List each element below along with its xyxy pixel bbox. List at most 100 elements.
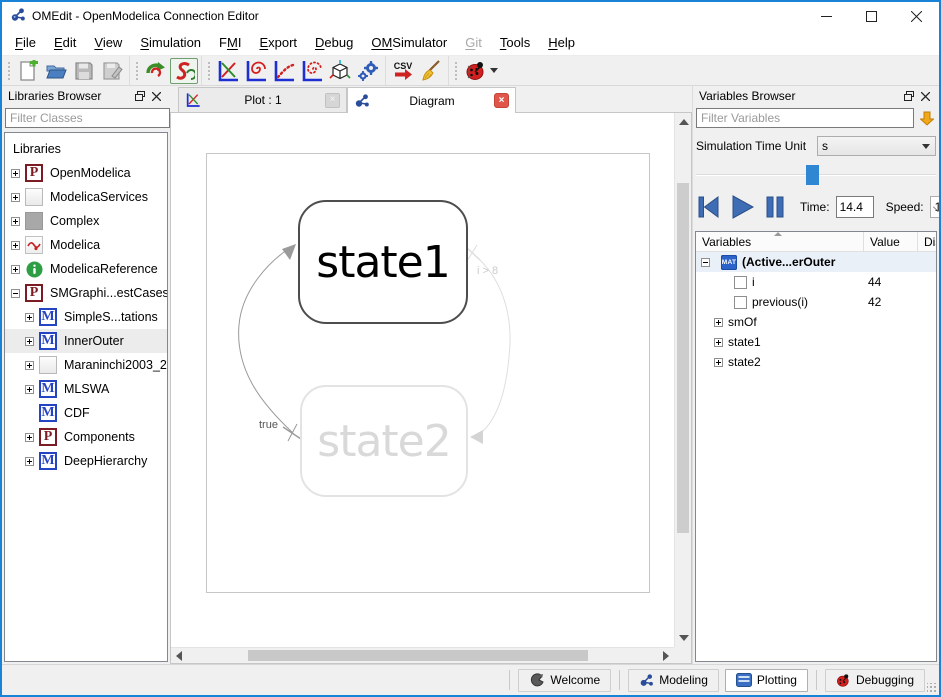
- horizontal-scrollbar[interactable]: [171, 647, 674, 663]
- open-model-button[interactable]: [42, 58, 70, 84]
- new-parametric-plot-button[interactable]: [242, 58, 270, 84]
- menu-export[interactable]: Export: [250, 31, 306, 54]
- close-panel-icon[interactable]: [917, 89, 933, 103]
- result-file-row[interactable]: MAT (Active...erOuter: [696, 252, 936, 272]
- expand-icon[interactable]: [25, 385, 34, 394]
- tab-diagram[interactable]: Diagram ×: [347, 87, 516, 113]
- library-item-cdf[interactable]: M CDF: [5, 401, 167, 425]
- modeling-perspective-button[interactable]: Modeling: [628, 669, 719, 692]
- tab-plot-1[interactable]: Plot : 1 ×: [178, 87, 347, 112]
- slider-handle[interactable]: [806, 165, 819, 185]
- library-item-components[interactable]: P Components: [5, 425, 167, 449]
- library-item-deephierarchy[interactable]: M DeepHierarchy: [5, 449, 167, 473]
- horizontal-scroll-thumb[interactable]: [248, 650, 588, 661]
- expand-icon[interactable]: [25, 433, 34, 442]
- menu-debug[interactable]: Debug: [306, 31, 362, 54]
- collapse-icon[interactable]: [701, 258, 710, 267]
- expand-icon[interactable]: [714, 338, 723, 347]
- column-value[interactable]: Value: [864, 232, 918, 251]
- scroll-right-icon[interactable]: [663, 651, 669, 661]
- state1-component[interactable]: state1: [298, 200, 468, 324]
- state2-component[interactable]: state2: [300, 385, 468, 497]
- float-panel-icon[interactable]: [901, 89, 917, 103]
- close-tab-icon[interactable]: ×: [494, 93, 509, 108]
- library-item-mlswa[interactable]: M MLSWA: [5, 377, 167, 401]
- library-item-simplestations[interactable]: M SimpleS...tations: [5, 305, 167, 329]
- welcome-perspective-button[interactable]: Welcome: [518, 669, 611, 692]
- transition-state1-to-state2[interactable]: [472, 253, 510, 436]
- time-unit-combobox[interactable]: s: [817, 136, 936, 156]
- plotting-perspective-button[interactable]: Plotting: [725, 669, 808, 692]
- debugging-perspective-button[interactable]: Debugging: [825, 669, 925, 692]
- export-csv-button[interactable]: CSV: [389, 58, 417, 84]
- time-input[interactable]: [836, 196, 874, 218]
- library-item-modelica[interactable]: Modelica: [5, 233, 167, 257]
- rewind-button[interactable]: [696, 192, 722, 222]
- clean-button[interactable]: [417, 58, 445, 84]
- maximize-button[interactable]: [849, 2, 894, 30]
- collapse-icon[interactable]: [11, 289, 20, 298]
- speed-combobox[interactable]: 1: [930, 196, 941, 218]
- debug-menu-button[interactable]: [461, 58, 501, 84]
- new-array-parametric-plot-button[interactable]: [298, 58, 326, 84]
- close-panel-icon[interactable]: [148, 89, 164, 103]
- library-item-complex[interactable]: Complex: [5, 209, 167, 233]
- menu-tools[interactable]: Tools: [491, 31, 539, 54]
- float-panel-icon[interactable]: [132, 89, 148, 103]
- toolbar-drag-handle[interactable]: [454, 61, 459, 81]
- pause-button[interactable]: [762, 192, 788, 222]
- expand-icon[interactable]: [25, 337, 34, 346]
- toolbar-drag-handle[interactable]: [207, 61, 212, 81]
- scroll-left-icon[interactable]: [176, 651, 182, 661]
- close-button[interactable]: [894, 2, 939, 30]
- filter-options-arrow-icon[interactable]: [918, 109, 936, 127]
- filter-variables-input[interactable]: [696, 108, 914, 128]
- libraries-tree-root[interactable]: Libraries: [5, 137, 167, 161]
- new-modelica-class-button[interactable]: [14, 58, 42, 84]
- expand-icon[interactable]: [714, 358, 723, 367]
- column-display-unit[interactable]: Displ: [918, 232, 936, 251]
- re-simulate-button[interactable]: [142, 58, 170, 84]
- library-item-smgraphicstestcases[interactable]: P SMGraphi...estCases: [5, 281, 167, 305]
- variable-row-i[interactable]: i 44: [696, 272, 936, 292]
- toolbar-drag-handle[interactable]: [7, 61, 12, 81]
- variable-row-previous-i[interactable]: previous(i) 42: [696, 292, 936, 312]
- menu-file[interactable]: File: [6, 31, 45, 54]
- expand-icon[interactable]: [25, 361, 34, 370]
- resize-grip[interactable]: [927, 683, 937, 693]
- debug-dropdown-arrow[interactable]: [490, 68, 498, 73]
- library-item-openmodelica[interactable]: P OpenModelica: [5, 161, 167, 185]
- expand-icon[interactable]: [11, 193, 20, 202]
- menu-help[interactable]: Help: [539, 31, 584, 54]
- animation-button[interactable]: [354, 58, 382, 84]
- minimize-button[interactable]: [804, 2, 849, 30]
- library-item-innerouter[interactable]: M InnerOuter: [5, 329, 167, 353]
- new-array-plot-button[interactable]: [270, 58, 298, 84]
- plot-checkbox[interactable]: [734, 276, 747, 289]
- scroll-up-icon[interactable]: [679, 119, 689, 125]
- expand-icon[interactable]: [11, 241, 20, 250]
- menu-view[interactable]: View: [85, 31, 131, 54]
- vertical-scroll-thumb[interactable]: [677, 183, 689, 533]
- re-simulate-setup-button[interactable]: [170, 58, 198, 84]
- expand-icon[interactable]: [11, 265, 20, 274]
- menu-fmi[interactable]: FMI: [210, 31, 250, 54]
- new-plot-window-button[interactable]: [214, 58, 242, 84]
- scroll-down-icon[interactable]: [679, 635, 689, 641]
- variable-row-smof[interactable]: smOf: [696, 312, 936, 332]
- save-button[interactable]: [70, 58, 98, 84]
- expand-icon[interactable]: [11, 169, 20, 178]
- variable-row-state2[interactable]: state2: [696, 352, 936, 372]
- transition-state2-to-state1[interactable]: [239, 247, 293, 433]
- vertical-scrollbar[interactable]: [674, 113, 691, 647]
- menu-edit[interactable]: Edit: [45, 31, 85, 54]
- library-item-maraninchi2003-2[interactable]: Maraninchi2003_2: [5, 353, 167, 377]
- expand-icon[interactable]: [714, 318, 723, 327]
- simulation-time-slider[interactable]: [696, 162, 936, 188]
- play-button[interactable]: [728, 192, 756, 222]
- expand-icon[interactable]: [25, 457, 34, 466]
- menu-omsimulator[interactable]: OMSimulator: [362, 31, 456, 54]
- expand-icon[interactable]: [11, 217, 20, 226]
- expand-icon[interactable]: [25, 313, 34, 322]
- library-item-modelicaservices[interactable]: ModelicaServices: [5, 185, 167, 209]
